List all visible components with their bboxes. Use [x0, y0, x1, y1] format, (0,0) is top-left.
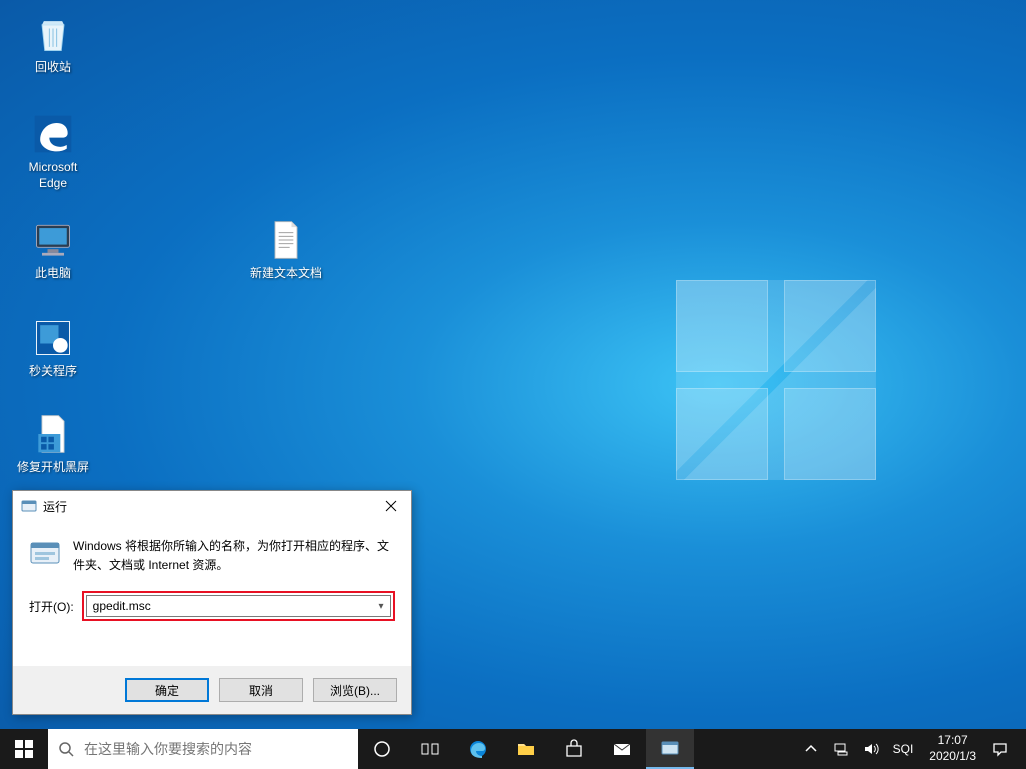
- tray-ime-button[interactable]: SQI: [887, 729, 920, 769]
- tray-volume-button[interactable]: [857, 729, 885, 769]
- wallpaper-windows-logo: [676, 280, 876, 480]
- task-view-button[interactable]: [406, 729, 454, 769]
- recycle-bin-icon: [31, 12, 75, 56]
- desktop-icon-shutdown-app[interactable]: 秒关程序: [14, 312, 92, 384]
- ok-button[interactable]: 确定: [125, 678, 209, 702]
- close-button[interactable]: [371, 491, 411, 521]
- network-icon: [833, 741, 849, 757]
- desktop-icon-label: 新建文本文档: [240, 266, 332, 282]
- search-input[interactable]: [84, 741, 348, 757]
- open-field-highlight: ▾: [82, 591, 395, 621]
- taskbar-app-explorer[interactable]: [502, 729, 550, 769]
- reg-file-icon: [31, 412, 75, 456]
- chevron-up-icon: [803, 741, 819, 757]
- search-icon: [58, 741, 74, 757]
- browse-button[interactable]: 浏览(B)...: [313, 678, 397, 702]
- action-center-button[interactable]: [986, 729, 1014, 769]
- run-body-icon: [29, 537, 61, 569]
- text-file-icon: [264, 218, 308, 262]
- run-taskbar-icon: [660, 738, 680, 758]
- desktop-icon-label: 修复开机黑屏: [16, 460, 90, 476]
- taskbar-app-run-active[interactable]: [646, 729, 694, 769]
- start-button[interactable]: [0, 729, 48, 769]
- volume-icon: [863, 741, 879, 757]
- desktop-icon-label: 此电脑: [16, 266, 90, 282]
- store-icon: [564, 739, 584, 759]
- cancel-button[interactable]: 取消: [219, 678, 303, 702]
- run-dialog-titlebar[interactable]: 运行: [13, 491, 411, 521]
- taskbar-app-edge[interactable]: [454, 729, 502, 769]
- cortana-button[interactable]: [358, 729, 406, 769]
- taskbar-app-mail[interactable]: [598, 729, 646, 769]
- desktop-icon-this-pc[interactable]: 此电脑: [14, 214, 92, 286]
- edge-icon: [31, 112, 75, 156]
- run-dialog-title: 运行: [43, 498, 371, 515]
- windows-logo-icon: [14, 739, 34, 759]
- run-dialog: 运行 Windows 将根据你所输入的名称，为你打开相应的程序、文件夹、文档或 …: [12, 490, 412, 715]
- cortana-icon: [372, 739, 392, 759]
- desktop-icon-text-doc[interactable]: 新建文本文档: [238, 214, 334, 286]
- desktop-icon-label: Microsoft Edge: [16, 160, 90, 191]
- open-label: 打开(O):: [29, 598, 74, 615]
- notification-icon: [992, 741, 1008, 757]
- desktop-icon-label: 秒关程序: [16, 364, 90, 380]
- clock-time: 17:07: [929, 733, 976, 749]
- system-tray: SQI 17:07 2020/1/3: [797, 729, 1026, 769]
- app-icon: [31, 316, 75, 360]
- desktop-icon-label: 回收站: [16, 60, 90, 76]
- taskbar-search[interactable]: [48, 729, 358, 769]
- desktop-icon-fix-boot[interactable]: 修复开机黑屏: [14, 408, 92, 480]
- folder-icon: [516, 739, 536, 759]
- task-view-icon: [420, 739, 440, 759]
- ime-label: SQI: [893, 742, 914, 756]
- desktop-icon-recycle-bin[interactable]: 回收站: [14, 8, 92, 80]
- tray-network-button[interactable]: [827, 729, 855, 769]
- tray-clock[interactable]: 17:07 2020/1/3: [921, 733, 984, 764]
- run-dialog-icon: [21, 498, 37, 514]
- desktop-icon-edge[interactable]: Microsoft Edge: [14, 108, 92, 195]
- tray-overflow-button[interactable]: [797, 729, 825, 769]
- open-input[interactable]: [87, 596, 372, 616]
- chevron-down-icon[interactable]: ▾: [372, 601, 390, 612]
- edge-icon: [468, 739, 488, 759]
- this-pc-icon: [31, 218, 75, 262]
- close-icon: [383, 498, 399, 514]
- clock-date: 2020/1/3: [929, 749, 976, 765]
- run-dialog-description: Windows 将根据你所输入的名称，为你打开相应的程序、文件夹、文档或 Int…: [73, 537, 395, 575]
- run-dialog-button-row: 确定 取消 浏览(B)...: [13, 666, 411, 714]
- mail-icon: [612, 739, 632, 759]
- taskbar: SQI 17:07 2020/1/3: [0, 729, 1026, 769]
- taskbar-app-store[interactable]: [550, 729, 598, 769]
